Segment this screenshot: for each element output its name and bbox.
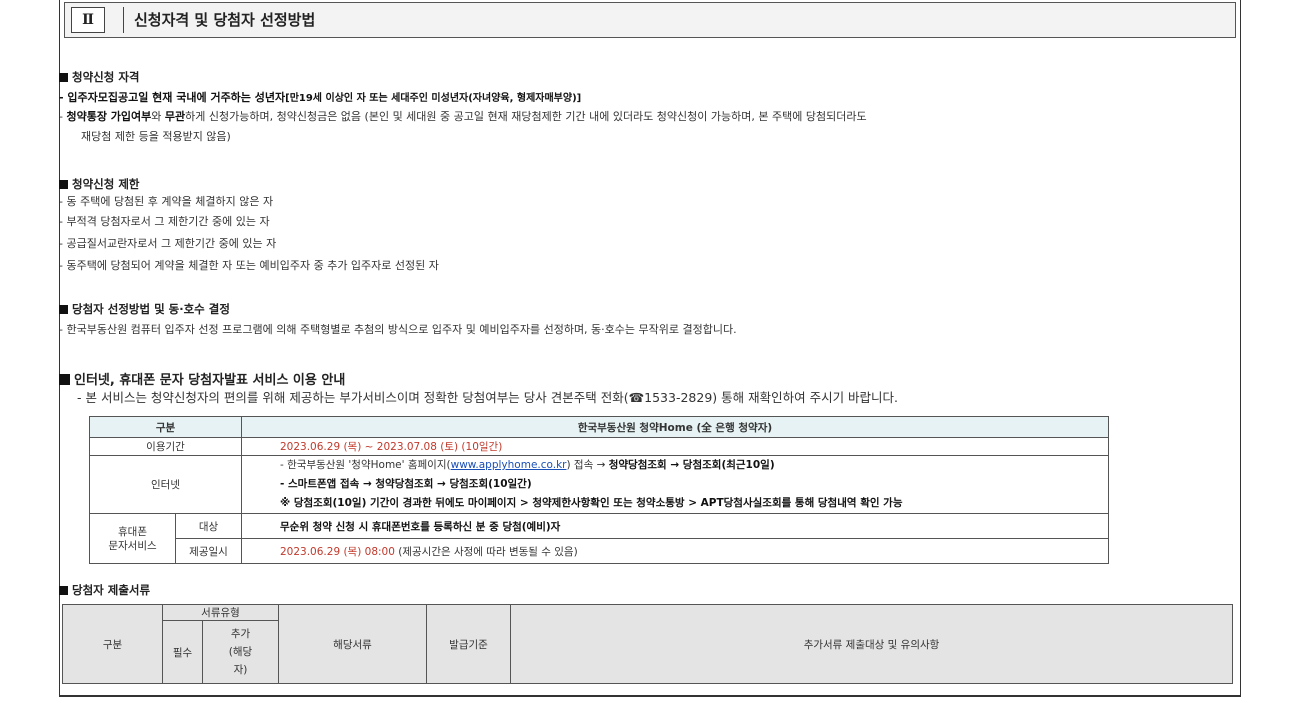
doc-header-required: 필수 bbox=[162, 620, 203, 684]
square-bullet-icon bbox=[59, 374, 70, 385]
section-header: Ⅱ 신청자격 및 당첨자 선정방법 bbox=[64, 2, 1236, 38]
selection-method-text: - 한국부동산원 컴퓨터 입주자 선정 프로그램에 의해 주택형별로 추첨의 방… bbox=[59, 323, 737, 336]
documents-table: 구분 서류유형 해당서류 발급기준 추가서류 제출대상 및 유의사항 필수 추가… bbox=[62, 604, 1233, 684]
heading-restrictions: 청약신청 제한 bbox=[59, 176, 139, 192]
square-bullet-icon bbox=[59, 586, 68, 595]
doc-header-document: 해당서류 bbox=[278, 604, 427, 684]
section-number: Ⅱ bbox=[71, 7, 105, 33]
heading-eligibility: 청약신청 자격 bbox=[59, 69, 139, 85]
doc-header-issue-basis: 발급기준 bbox=[426, 604, 511, 684]
doc-header-category: 구분 bbox=[62, 604, 163, 684]
restriction-item: - 부적격 당첨자로서 그 제한기간 중에 있는 자 bbox=[59, 215, 270, 228]
row-value-internet: - 한국부동산원 '청약Home' 홈페이지(www.applyhome.co.… bbox=[241, 455, 1109, 514]
table-header-applyhome: 한국부동산원 청약Home (全 은행 청약자) bbox=[241, 416, 1109, 438]
row-label-target: 대상 bbox=[175, 513, 242, 539]
eligibility-line-1: - 입주자모집공고일 현재 국내에 거주하는 성년자[만19세 이상인 자 또는… bbox=[59, 91, 582, 104]
doc-header-notes: 추가서류 제출대상 및 유의사항 bbox=[510, 604, 1233, 684]
square-bullet-icon bbox=[59, 73, 68, 82]
square-bullet-icon bbox=[59, 305, 68, 314]
heading-selection-method: 당첨자 선정방법 및 동·호수 결정 bbox=[59, 301, 230, 317]
restriction-item: - 동 주택에 당첨된 후 계약을 체결하지 않은 자 bbox=[59, 195, 274, 208]
row-value-provision-time: 2023.06.29 (목) 08:00 (제공시간은 사정에 따라 변동될 수… bbox=[241, 538, 1109, 564]
restriction-item: - 공급질서교란자로서 그 제한기간 중에 있는 자 bbox=[59, 237, 277, 250]
row-group-sms: 휴대폰 문자서비스 bbox=[89, 513, 176, 564]
row-value-period: 2023.06.29 (목) ~ 2023.07.08 (토) (10일간) bbox=[241, 437, 1109, 456]
heading-notification-service: 인터넷, 휴대폰 문자 당첨자발표 서비스 이용 안내 bbox=[59, 369, 345, 388]
eligibility-line-2: - 청약통장 가입여부와 무관하게 신청가능하며, 청약신청금은 없음 (본인 … bbox=[59, 110, 867, 123]
doc-header-type: 서류유형 bbox=[162, 604, 279, 621]
heading-documents: 당첨자 제출서류 bbox=[59, 582, 150, 598]
row-label-internet: 인터넷 bbox=[89, 455, 242, 514]
doc-header-additional: 추가 (해당 자) bbox=[202, 620, 279, 684]
restriction-item: - 동주택에 당첨되어 계약을 체결한 자 또는 예비입주자 중 추가 입주자로… bbox=[59, 259, 439, 272]
table-header-category: 구분 bbox=[89, 416, 242, 438]
row-label-provision-time: 제공일시 bbox=[175, 538, 242, 564]
eligibility-line-3: 재당첨 제한 등을 적용받지 않음) bbox=[81, 130, 231, 143]
section-title: 신청자격 및 당첨자 선정방법 bbox=[123, 7, 1231, 33]
square-bullet-icon bbox=[59, 180, 68, 189]
notification-service-text: - 본 서비스는 청약신청자의 편의를 위해 제공하는 부가서비스이며 정확한 … bbox=[77, 390, 899, 405]
row-label-period: 이용기간 bbox=[89, 437, 242, 456]
applyhome-link[interactable]: www.applyhome.co.kr bbox=[451, 459, 567, 471]
row-value-target: 무순위 청약 신청 시 휴대폰번호를 등록하신 분 중 당첨(예비)자 bbox=[241, 513, 1109, 539]
notification-table: 구분 한국부동산원 청약Home (全 은행 청약자) 이용기간 2023.06… bbox=[89, 416, 1109, 564]
